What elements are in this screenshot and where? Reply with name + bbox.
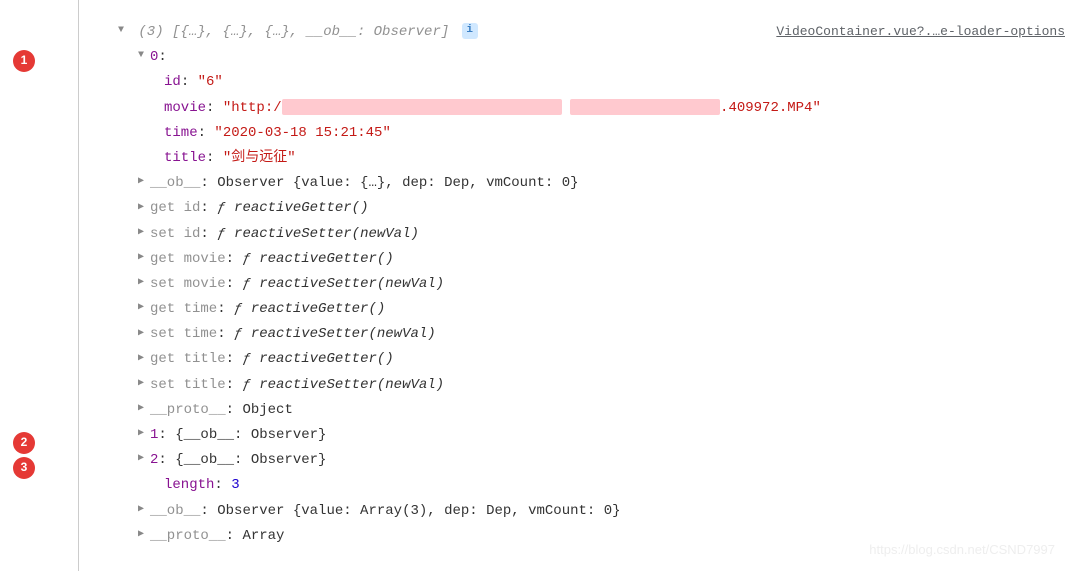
value: {__ob__: Observer} [175, 427, 326, 443]
key: length [164, 477, 214, 493]
key: get movie [150, 251, 226, 267]
fn-symbol: ƒ [217, 226, 234, 242]
chevron-right-icon[interactable] [138, 526, 150, 544]
prop-id[interactable]: id: "6" [90, 70, 1055, 95]
watermark: https://blog.csdn.net/CSND7997 [869, 538, 1055, 561]
chevron-right-icon[interactable] [138, 350, 150, 368]
chevron-right-icon[interactable] [138, 249, 150, 267]
value: reactiveGetter() [259, 351, 393, 367]
prop-title[interactable]: title: "剑与远征" [90, 146, 1055, 171]
chevron-right-icon[interactable] [138, 450, 150, 468]
value: reactiveSetter(newVal) [259, 377, 444, 393]
annotation-1: 1 [13, 50, 35, 72]
value: reactiveSetter(newVal) [234, 226, 419, 242]
prop-movie[interactable]: movie: "http:/ .409972.MP4" [90, 96, 1055, 121]
chevron-right-icon[interactable] [138, 501, 150, 519]
chevron-right-icon[interactable] [138, 299, 150, 317]
prop-time[interactable]: time: "2020-03-18 15:21:45" [90, 121, 1055, 146]
key: get time [150, 301, 217, 317]
key: __proto__ [150, 528, 226, 544]
getter-title[interactable]: get title: ƒ reactiveGetter() [90, 347, 1055, 372]
key: __ob__ [150, 175, 200, 191]
value: reactiveGetter() [234, 200, 368, 216]
chevron-right-icon[interactable] [138, 274, 150, 292]
key: set id [150, 226, 200, 242]
setter-time[interactable]: set time: ƒ reactiveSetter(newVal) [90, 322, 1055, 347]
value: {__ob__: Observer} [175, 452, 326, 468]
fn-symbol: ƒ [217, 200, 234, 216]
chevron-right-icon[interactable] [138, 173, 150, 191]
key: set title [150, 377, 226, 393]
panel-border [78, 0, 79, 571]
chevron-down-icon[interactable] [118, 22, 130, 40]
annotation-2: 2 [13, 432, 35, 454]
key: __proto__ [150, 402, 226, 418]
item-1-row[interactable]: 1: {__ob__: Observer} [90, 423, 1055, 448]
source-link[interactable]: VideoContainer.vue?.…e-loader-options [776, 20, 1065, 43]
chevron-right-icon[interactable] [138, 199, 150, 217]
redacted-block [570, 99, 720, 115]
array-summary: (3) [{…}, {…}, {…}, __ob__: Observer] [138, 24, 449, 40]
value: reactiveGetter() [259, 251, 393, 267]
value: Array [242, 528, 284, 544]
value: "剑与远征" [223, 150, 296, 166]
setter-title[interactable]: set title: ƒ reactiveSetter(newVal) [90, 373, 1055, 398]
value: "2020-03-18 15:21:45" [214, 125, 390, 141]
prop-length[interactable]: length: 3 [90, 473, 1055, 498]
value: reactiveSetter(newVal) [259, 276, 444, 292]
value: reactiveSetter(newVal) [251, 326, 436, 342]
chevron-down-icon[interactable] [138, 47, 150, 65]
fn-symbol: ƒ [234, 326, 251, 342]
fn-symbol: ƒ [234, 301, 251, 317]
getter-id[interactable]: get id: ƒ reactiveGetter() [90, 196, 1055, 221]
chevron-right-icon[interactable] [138, 375, 150, 393]
value: "6" [198, 74, 223, 90]
info-icon[interactable]: i [462, 23, 478, 39]
key: set movie [150, 276, 226, 292]
key: __ob__ [150, 503, 200, 519]
prop-ob[interactable]: __ob__: Observer {value: {…}, dep: Dep, … [90, 171, 1055, 196]
item-0-row[interactable]: 0: [90, 45, 1055, 70]
key: get title [150, 351, 226, 367]
key: set time [150, 326, 217, 342]
chevron-right-icon[interactable] [138, 325, 150, 343]
value: Observer {value: {…}, dep: Dep, vmCount:… [217, 175, 578, 191]
colon: : [158, 49, 166, 65]
annotation-3: 3 [13, 457, 35, 479]
value: 3 [231, 477, 239, 493]
item-2-row[interactable]: 2: {__ob__: Observer} [90, 448, 1055, 473]
prop-proto[interactable]: __proto__: Object [90, 398, 1055, 423]
chevron-right-icon[interactable] [138, 400, 150, 418]
fn-symbol: ƒ [242, 351, 259, 367]
value: Observer {value: Array(3), dep: Dep, vmC… [217, 503, 620, 519]
array-ob[interactable]: __ob__: Observer {value: Array(3), dep: … [90, 499, 1055, 524]
redacted-block [282, 99, 562, 115]
fn-symbol: ƒ [242, 251, 259, 267]
fn-symbol: ƒ [242, 377, 259, 393]
value: Object [242, 402, 292, 418]
key: title [164, 150, 206, 166]
getter-movie[interactable]: get movie: ƒ reactiveGetter() [90, 247, 1055, 272]
setter-id[interactable]: set id: ƒ reactiveSetter(newVal) [90, 222, 1055, 247]
fn-symbol: ƒ [242, 276, 259, 292]
getter-time[interactable]: get time: ƒ reactiveGetter() [90, 297, 1055, 322]
chevron-right-icon[interactable] [138, 425, 150, 443]
key: movie [164, 100, 206, 116]
key: id [164, 74, 181, 90]
key: time [164, 125, 198, 141]
value-pre: "http:/ [223, 100, 282, 116]
chevron-right-icon[interactable] [138, 224, 150, 242]
setter-movie[interactable]: set movie: ƒ reactiveSetter(newVal) [90, 272, 1055, 297]
key: get id [150, 200, 200, 216]
value-post: .409972.MP4" [720, 100, 821, 116]
value: reactiveGetter() [251, 301, 385, 317]
